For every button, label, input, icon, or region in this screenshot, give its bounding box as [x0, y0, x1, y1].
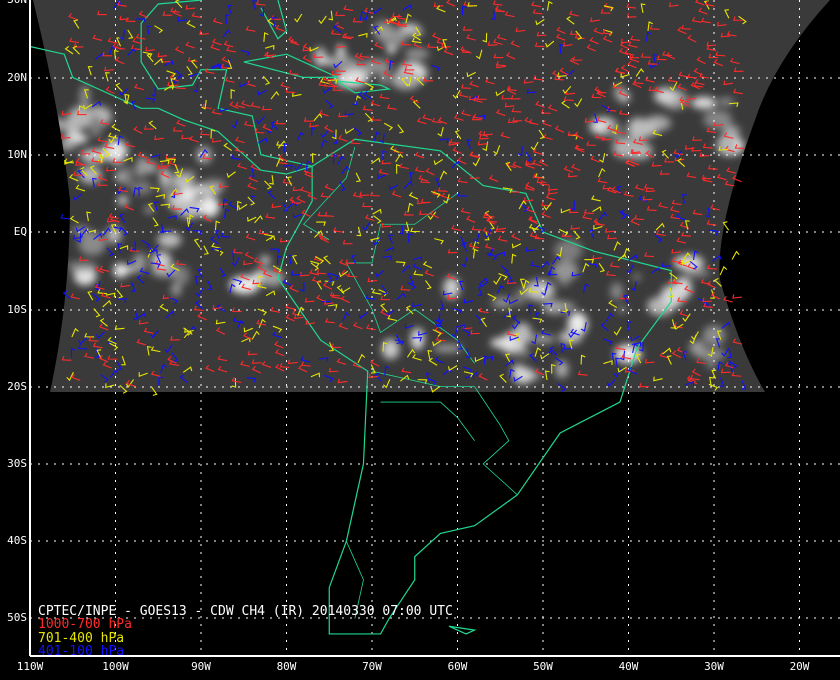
wind-barb	[60, 214, 71, 220]
lat-label: EQ	[13, 225, 27, 238]
lat-label: 50S	[7, 611, 27, 624]
legend-high-level: 401-100 hPa	[38, 644, 125, 659]
wind-barb	[719, 265, 728, 276]
lat-label: 40S	[7, 534, 27, 547]
satellite-wind-map	[29, 0, 840, 657]
coastline	[448, 625, 477, 635]
lon-label: 90W	[191, 660, 211, 673]
lat-label: 20N	[7, 71, 27, 84]
lon-label: 30W	[704, 660, 724, 673]
lat-label: 20S	[7, 380, 27, 393]
lon-label: 70W	[362, 660, 382, 673]
lon-label: 20W	[789, 660, 810, 673]
wind-barb	[732, 294, 742, 299]
lon-label: 60W	[447, 660, 468, 673]
lat-label: 30N	[2, 0, 27, 6]
lat-label: 10S	[7, 303, 27, 316]
lon-label: 110W	[16, 660, 44, 673]
lat-label: 30S	[7, 457, 27, 470]
wind-barb	[731, 250, 740, 260]
lon-label: 80W	[276, 660, 297, 673]
lon-label: 50W	[533, 660, 553, 673]
lat-label: 10N	[7, 148, 27, 161]
country-border	[380, 401, 475, 441]
lon-label: 40W	[618, 660, 639, 673]
lon-label: 100W	[102, 660, 129, 673]
wind-barb	[722, 221, 730, 231]
legend-low-level: 1000-700 hPa	[38, 617, 132, 632]
